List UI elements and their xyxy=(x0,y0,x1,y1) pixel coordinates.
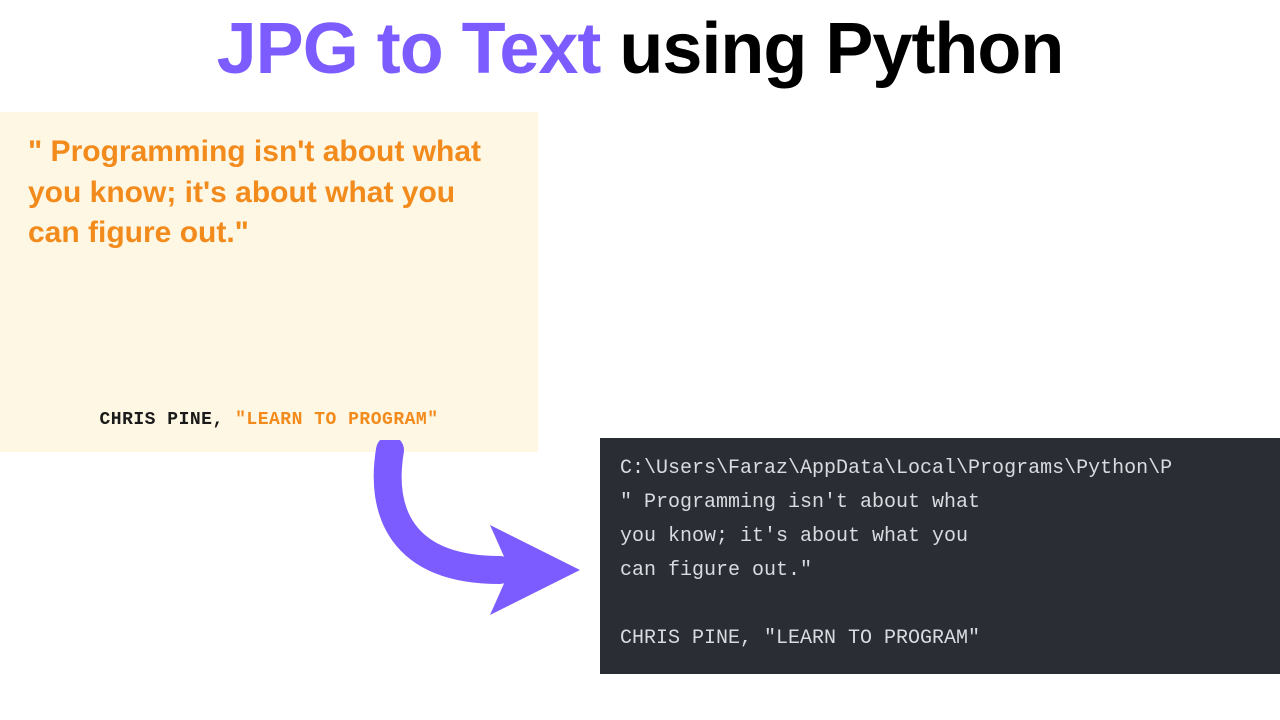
terminal-line: C:\Users\Faraz\AppData\Local\Programs\Py… xyxy=(620,457,1172,480)
title-highlight: JPG to Text xyxy=(217,9,601,89)
terminal-line: can figure out." xyxy=(620,559,812,582)
terminal-line: you know; it's about what you xyxy=(620,525,968,548)
quote-book: "LEARN TO PROGRAM" xyxy=(235,410,438,430)
quote-card: " Programming isn't about what you know;… xyxy=(0,112,538,452)
page-title: JPG to Text using Python xyxy=(0,0,1280,90)
quote-attribution: CHRIS PINE, "LEARN TO PROGRAM" xyxy=(0,410,538,430)
terminal-line: CHRIS PINE, "LEARN TO PROGRAM" xyxy=(620,627,980,650)
arrow-icon xyxy=(360,440,600,630)
terminal-line: " Programming isn't about what xyxy=(620,491,980,514)
terminal-output: C:\Users\Faraz\AppData\Local\Programs\Py… xyxy=(600,438,1280,674)
quote-author: CHRIS PINE, xyxy=(99,410,235,430)
title-rest: using Python xyxy=(600,9,1063,89)
quote-text: " Programming isn't about what you know;… xyxy=(28,132,510,254)
